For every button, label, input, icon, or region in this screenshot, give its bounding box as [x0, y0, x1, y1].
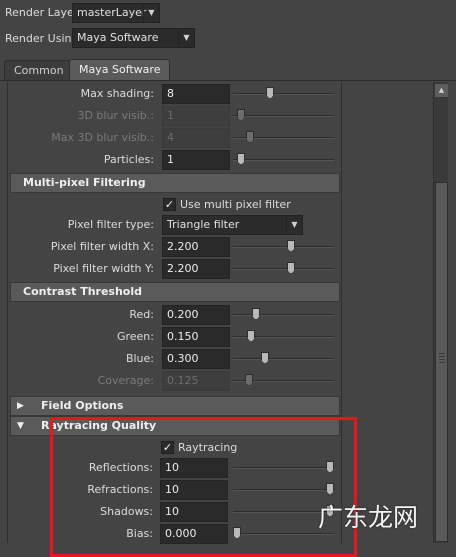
particles-slider[interactable]: [233, 153, 334, 165]
filter-width-x-field[interactable]: 2.200: [162, 237, 230, 257]
green-slider[interactable]: [233, 330, 334, 342]
filter-width-y-row: Pixel filter width Y: 2.200: [0, 259, 430, 279]
contrast-title: Contrast Threshold: [23, 285, 143, 298]
triangle-right-icon: ▶: [17, 401, 24, 411]
blue-label: Blue:: [125, 352, 154, 365]
grip-icon: [439, 362, 445, 363]
multipixel-section-header[interactable]: Multi-pixel Filtering: [10, 173, 340, 193]
render-layer-label: Render Layer: [5, 6, 79, 19]
max-blur-visib-slider: [233, 131, 334, 143]
render-using-dropdown[interactable]: Maya Software ▼: [72, 28, 195, 48]
grip-icon: [439, 353, 445, 354]
blur-visib-slider: [233, 109, 334, 121]
green-label: Green:: [116, 330, 154, 343]
filter-width-x-row: Pixel filter width X: 2.200: [0, 237, 430, 257]
filter-type-value: Triangle filter: [167, 218, 240, 231]
max-shading-slider[interactable]: [233, 87, 334, 99]
particles-field[interactable]: 1: [162, 150, 230, 170]
slider-thumb[interactable]: [266, 87, 274, 99]
blur-visib-row: 3D blur visib.: 1: [0, 106, 430, 126]
slider-thumb[interactable]: [252, 308, 260, 320]
filter-width-y-slider[interactable]: [233, 262, 334, 274]
filter-width-y-field[interactable]: 2.200: [162, 259, 230, 279]
watermark-text: 广东龙网: [318, 503, 419, 532]
filter-type-label: Pixel filter type:: [67, 218, 154, 231]
chevron-down-icon: ▼: [178, 29, 194, 47]
highlight-box: [50, 417, 357, 557]
filter-width-x-label: Pixel filter width X:: [50, 240, 154, 253]
filter-width-y-label: Pixel filter width Y:: [53, 262, 154, 275]
slider-thumb[interactable]: [261, 352, 269, 364]
slider-thumb: [245, 374, 253, 386]
red-label: Red:: [129, 308, 154, 321]
max-shading-label: Max shading:: [80, 87, 154, 100]
multipixel-title: Multi-pixel Filtering: [23, 176, 146, 189]
tab-common[interactable]: Common: [4, 60, 74, 81]
green-row: Green: 0.150: [0, 327, 430, 347]
render-using-label: Render Using: [5, 32, 79, 45]
particles-label: Particles:: [103, 153, 154, 166]
scrollbar[interactable]: ▲: [433, 82, 448, 543]
render-layer-dropdown[interactable]: masterLayer ▼: [72, 3, 160, 23]
blue-slider[interactable]: [233, 352, 334, 364]
max-blur-visib-label: Max 3D blur visib.:: [51, 131, 154, 144]
grip-icon: [439, 359, 445, 360]
use-multipixel-checkbox[interactable]: ✓: [163, 198, 176, 211]
blur-visib-label: 3D blur visib.:: [77, 109, 154, 122]
blue-row: Blue: 0.300: [0, 349, 430, 369]
slider-thumb[interactable]: [247, 330, 255, 342]
tab-maya-software[interactable]: Maya Software: [69, 59, 171, 81]
max-shading-field[interactable]: 8: [162, 84, 230, 104]
particles-row: Particles: 1: [0, 150, 430, 170]
scrollbar-handle[interactable]: [435, 182, 448, 542]
max-blur-visib-field: 4: [162, 128, 230, 148]
arrow-up-icon[interactable]: ▲: [435, 84, 448, 97]
coverage-slider: [233, 374, 334, 386]
coverage-label: Coverage:: [97, 374, 154, 387]
filter-width-x-slider[interactable]: [233, 240, 334, 252]
chevron-down-icon: ▼: [286, 216, 302, 234]
coverage-row: Coverage: 0.125: [0, 371, 430, 391]
slider-thumb: [246, 131, 254, 143]
coverage-field: 0.125: [162, 371, 230, 391]
red-row: Red: 0.200: [0, 305, 430, 325]
filter-type-dropdown[interactable]: Triangle filter ▼: [162, 215, 303, 235]
render-using-value: Maya Software: [77, 31, 159, 44]
slider-thumb[interactable]: [287, 262, 295, 274]
green-field[interactable]: 0.150: [162, 327, 230, 347]
grip-icon: [439, 356, 445, 357]
use-multipixel-label: Use multi pixel filter: [180, 198, 291, 211]
red-slider[interactable]: [233, 308, 334, 320]
max-blur-visib-row: Max 3D blur visib.: 4: [0, 128, 430, 148]
field-options-section-header[interactable]: ▶ Field Options: [10, 396, 340, 416]
field-options-title: Field Options: [41, 399, 124, 412]
max-shading-row: Max shading: 8: [0, 84, 430, 104]
blue-field[interactable]: 0.300: [162, 349, 230, 369]
contrast-section-header[interactable]: Contrast Threshold: [10, 282, 340, 302]
slider-thumb[interactable]: [287, 240, 295, 252]
blur-visib-field: 1: [162, 106, 230, 126]
red-field[interactable]: 0.200: [162, 305, 230, 325]
slider-thumb: [237, 109, 245, 121]
slider-thumb[interactable]: [237, 153, 245, 165]
render-layer-value: masterLayer: [77, 6, 147, 19]
triangle-down-icon: ▼: [17, 421, 24, 431]
chevron-down-icon: ▼: [143, 4, 159, 22]
